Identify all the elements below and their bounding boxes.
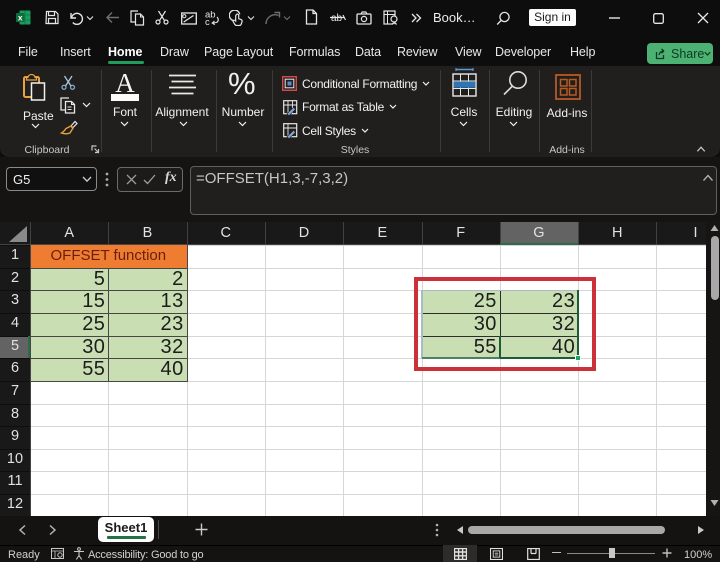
svg-text:ab: ab — [331, 13, 343, 24]
svg-text:x: x — [18, 12, 23, 22]
svg-text:c: c — [205, 17, 210, 26]
